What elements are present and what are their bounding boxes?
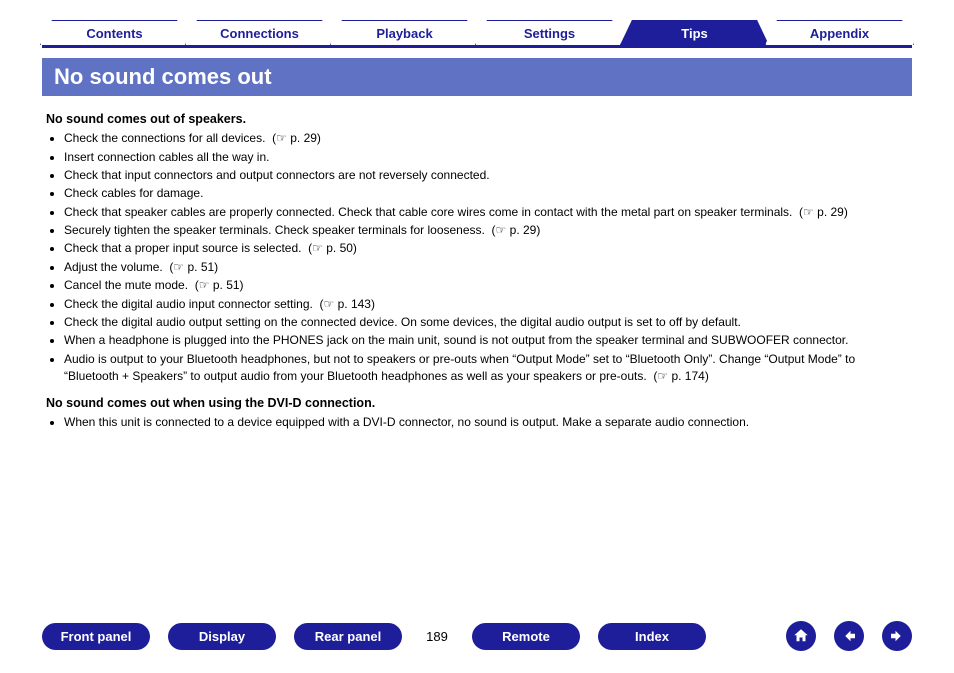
pointer-icon: ☞ [199, 278, 210, 292]
list-item: Insert connection cables all the way in. [64, 149, 908, 166]
index-button[interactable]: Index [598, 623, 706, 650]
page-ref[interactable]: (☞ p. 51) [163, 260, 218, 274]
tab-appendix[interactable]: Appendix [765, 20, 914, 45]
page-ref[interactable]: (☞ p. 29) [265, 131, 320, 145]
item-text: When this unit is connected to a device … [64, 415, 749, 429]
page-title: No sound comes out [42, 58, 912, 96]
list-item: Check that speaker cables are properly c… [64, 204, 908, 221]
item-text: Check cables for damage. [64, 186, 203, 200]
tab-tips[interactable]: Tips [620, 20, 769, 45]
item-text: When a headphone is plugged into the PHO… [64, 333, 848, 347]
list-item: Securely tighten the speaker terminals. … [64, 222, 908, 239]
list-item: When this unit is connected to a device … [64, 414, 908, 431]
page-ref[interactable]: (☞ p. 50) [301, 241, 356, 255]
pointer-icon: ☞ [496, 223, 507, 237]
prev-page-icon[interactable] [834, 621, 864, 651]
item-text: Check that a proper input source is sele… [64, 241, 301, 255]
list-item: Check the digital audio input connector … [64, 296, 908, 313]
pointer-icon: ☞ [276, 131, 287, 145]
pointer-icon: ☞ [803, 205, 814, 219]
item-text: Securely tighten the speaker terminals. … [64, 223, 485, 237]
page-ref[interactable]: (☞ p. 174) [647, 369, 709, 383]
page-ref[interactable]: (☞ p. 29) [792, 205, 847, 219]
page-ref[interactable]: (☞ p. 51) [188, 278, 243, 292]
pointer-icon: ☞ [312, 241, 323, 255]
item-text: Check the digital audio input connector … [64, 297, 313, 311]
list-item: Check that input connectors and output c… [64, 167, 908, 184]
list-item: Check cables for damage. [64, 185, 908, 202]
pointer-icon: ☞ [657, 369, 668, 383]
top-tabs: ContentsConnectionsPlaybackSettingsTipsA… [42, 18, 912, 48]
item-text: Check the connections for all devices. [64, 131, 265, 145]
front-panel-button[interactable]: Front panel [42, 623, 150, 650]
item-text: Cancel the mute mode. [64, 278, 188, 292]
list-item: Adjust the volume. (☞ p. 51) [64, 259, 908, 276]
page-ref[interactable]: (☞ p. 143) [313, 297, 375, 311]
list-item: Check the connections for all devices. (… [64, 130, 908, 147]
pointer-icon: ☞ [173, 260, 184, 274]
remote-button[interactable]: Remote [472, 623, 580, 650]
page-content: No sound comes out of speakers. Check the… [42, 96, 912, 431]
section-heading: No sound comes out when using the DVI-D … [46, 394, 908, 412]
home-icon[interactable] [786, 621, 816, 651]
next-page-icon[interactable] [882, 621, 912, 651]
item-text: Audio is output to your Bluetooth headph… [64, 352, 855, 383]
tab-connections[interactable]: Connections [185, 20, 334, 45]
item-list: Check the connections for all devices. (… [46, 130, 908, 385]
tab-settings[interactable]: Settings [475, 20, 624, 45]
tab-playback[interactable]: Playback [330, 20, 479, 45]
footer-bar: Front panel Display Rear panel 189 Remot… [0, 621, 954, 651]
list-item: Audio is output to your Bluetooth headph… [64, 351, 908, 386]
item-text: Check that speaker cables are properly c… [64, 205, 792, 219]
item-text: Insert connection cables all the way in. [64, 150, 269, 164]
list-item: Cancel the mute mode. (☞ p. 51) [64, 277, 908, 294]
section-heading: No sound comes out of speakers. [46, 110, 908, 128]
pointer-icon: ☞ [324, 297, 335, 311]
list-item: When a headphone is plugged into the PHO… [64, 332, 908, 349]
item-text: Adjust the volume. [64, 260, 163, 274]
list-item: Check the digital audio output setting o… [64, 314, 908, 331]
list-item: Check that a proper input source is sele… [64, 240, 908, 257]
display-button[interactable]: Display [168, 623, 276, 650]
item-text: Check the digital audio output setting o… [64, 315, 741, 329]
page-ref[interactable]: (☞ p. 29) [485, 223, 540, 237]
page-number: 189 [420, 629, 454, 644]
item-text: Check that input connectors and output c… [64, 168, 490, 182]
tab-contents[interactable]: Contents [40, 20, 189, 45]
item-list: When this unit is connected to a device … [46, 414, 908, 431]
rear-panel-button[interactable]: Rear panel [294, 623, 402, 650]
